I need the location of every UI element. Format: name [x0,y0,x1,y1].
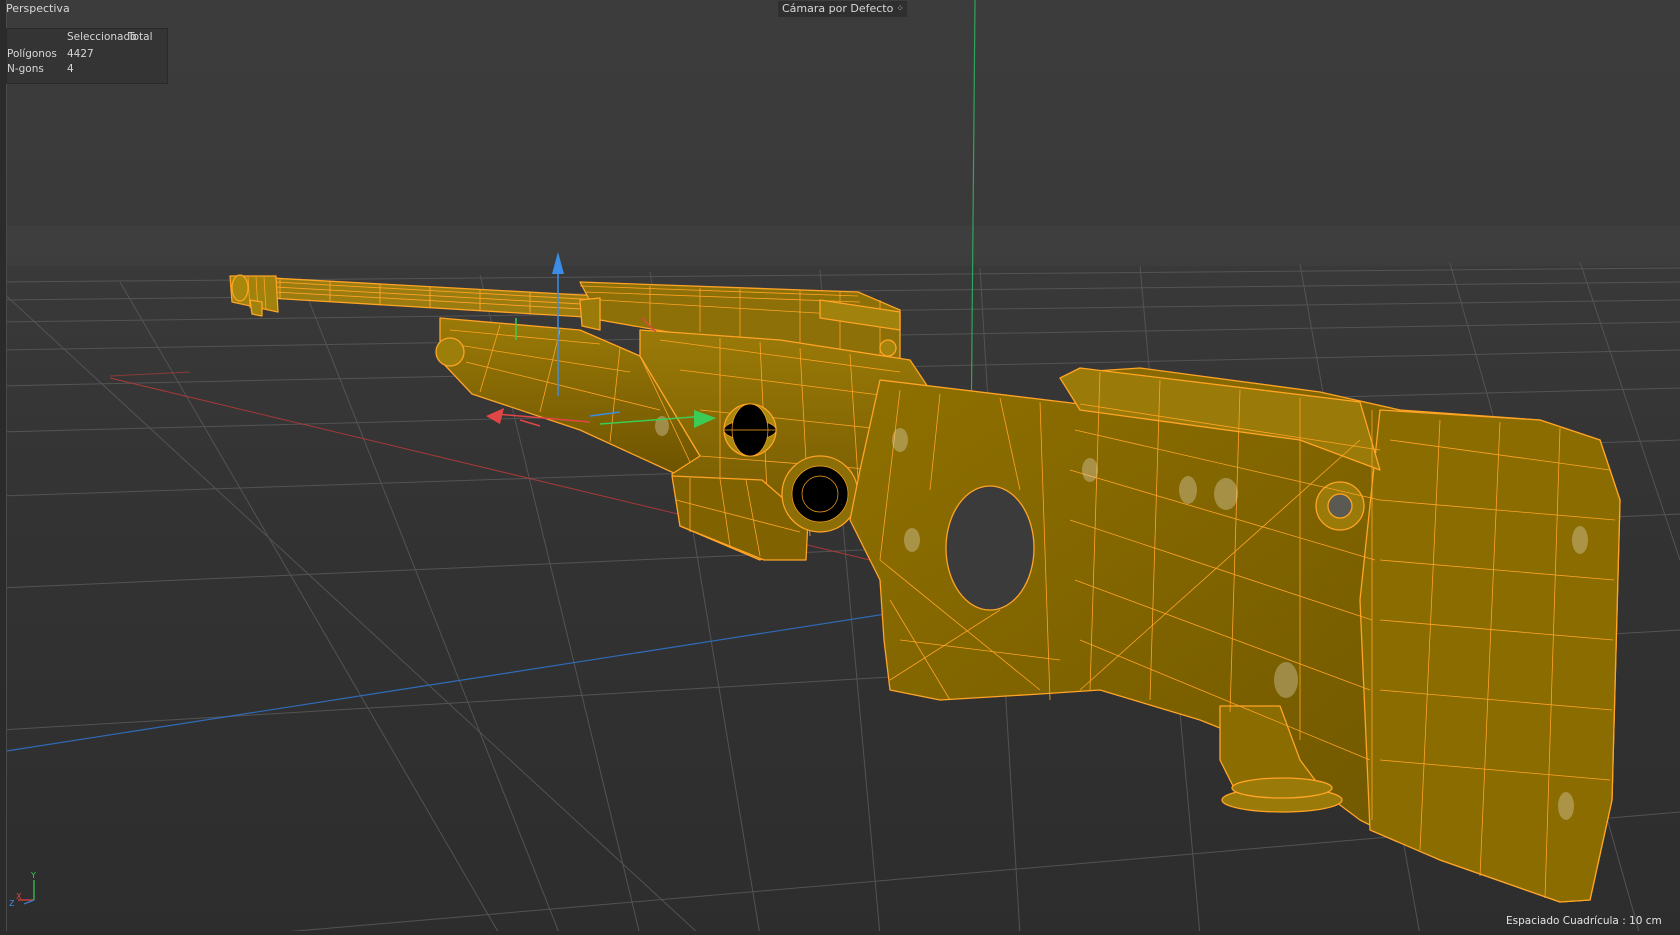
axis-y-label: Y [30,871,36,880]
axis-x-label: X [16,892,22,901]
rifle-mesh [229,274,1621,903]
camera-label: Cámara por Defecto [782,2,894,15]
hud-header-total: Total [128,31,153,43]
axis-orientation-indicator: Y X Z [9,871,36,908]
hud-stats-panel: Seleccionado Total Polígonos 4427 N-gons… [6,28,168,84]
camera-dots-icon: ⁘ [896,3,903,14]
viewport-frame-left [0,0,7,935]
gizmo-z-handle [486,408,504,424]
hud-row-ngons: N-gons 4 [7,63,167,77]
hud-header-row: Seleccionado Total [7,31,167,45]
view-name-label[interactable]: Perspectiva [6,2,70,15]
hud-value: 4 [67,63,74,75]
axis-z-label: Z [9,899,15,908]
camera-menu[interactable]: Cámara por Defecto ⁘ [778,1,907,17]
grid-spacing-label: Espaciado Cuadrícula : 10 cm [1506,915,1662,927]
thumbhole [945,485,1035,611]
hud-value: 4427 [67,48,94,60]
scene-canvas[interactable] [0,0,1680,935]
hud-label: Polígonos [7,48,57,60]
hud-header-selected: Seleccionado [67,31,137,43]
viewport-frame-bottom [0,931,1680,935]
3d-viewport[interactable]: Perspectiva Cámara por Defecto ⁘ Selecci… [0,0,1680,935]
hud-row-polygons: Polígonos 4427 [7,48,167,62]
hud-label: N-gons [7,63,44,75]
horizon-haze [0,226,1680,266]
